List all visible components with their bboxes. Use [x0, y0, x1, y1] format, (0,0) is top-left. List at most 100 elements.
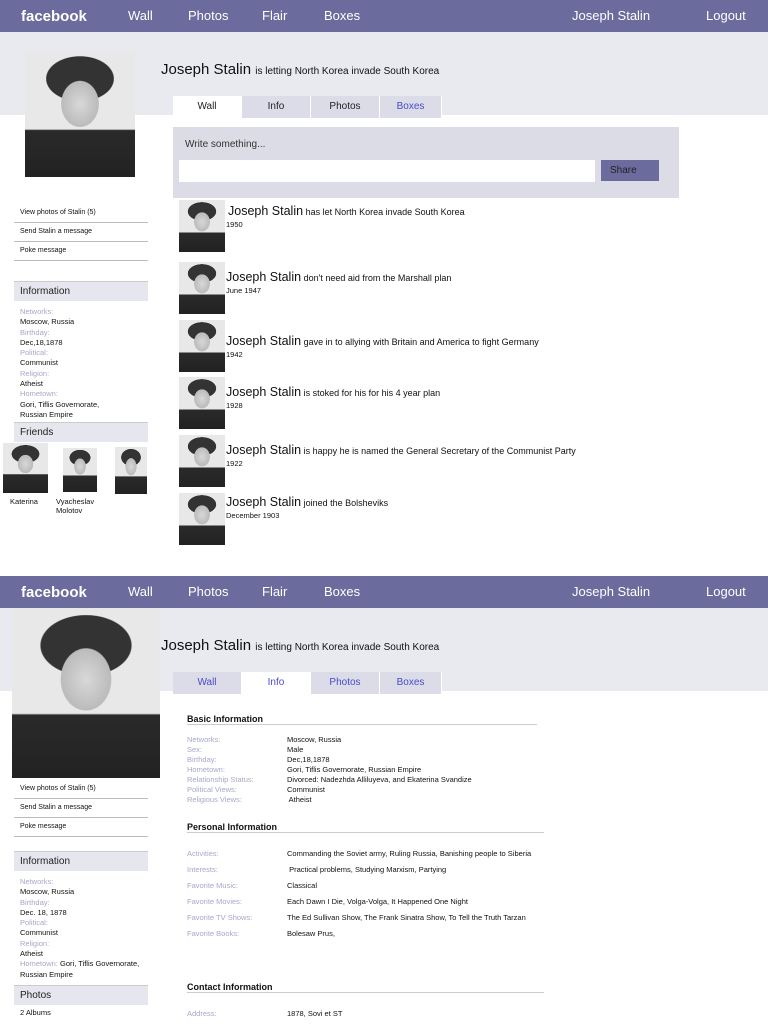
- post-avatar[interactable]: [179, 377, 225, 429]
- label: Political Views:: [187, 785, 237, 794]
- post-author[interactable]: Joseph Stalin: [228, 204, 303, 218]
- poke-link[interactable]: Poke message: [14, 242, 148, 261]
- logout-link[interactable]: Logout: [706, 8, 746, 23]
- nav-user[interactable]: Joseph Stalin: [572, 584, 650, 599]
- value: Dec,18,1878: [20, 337, 63, 347]
- profile-picture[interactable]: [12, 608, 160, 778]
- post-author[interactable]: Joseph Stalin: [226, 385, 301, 399]
- contact-info-heading: Contact Information: [187, 982, 544, 993]
- profile-name[interactable]: Joseph Stalin: [161, 61, 251, 78]
- value: Atheist: [20, 949, 43, 959]
- post-text: gave in to allying with Britain and Amer…: [303, 337, 539, 347]
- post-date: 1928: [226, 401, 243, 410]
- nav-flair[interactable]: Flair: [262, 8, 287, 23]
- label: Interests:: [187, 865, 218, 874]
- tab-photos[interactable]: Photos: [311, 672, 380, 694]
- nav-flair[interactable]: Flair: [262, 584, 287, 599]
- wall-page: facebook Wall Photos Flair Boxes Joseph …: [0, 0, 768, 576]
- wall-post: Joseph Stalin gave in to allying with Br…: [179, 320, 599, 372]
- view-photos-link[interactable]: View photos of Stalin (5): [14, 204, 148, 223]
- tab-info[interactable]: Info: [242, 672, 311, 694]
- post-text: is happy he is named the General Secreta…: [303, 446, 576, 456]
- label: Favorite Movies:: [187, 897, 243, 906]
- nav-user[interactable]: Joseph Stalin: [572, 8, 650, 23]
- albums-link[interactable]: 2 Albums: [20, 1008, 150, 1018]
- value: Moscow, Russia: [20, 317, 75, 327]
- tab-boxes[interactable]: Boxes: [380, 672, 442, 694]
- label: Birthday:: [187, 755, 217, 764]
- friend-photo[interactable]: [115, 447, 147, 494]
- label: Political:: [20, 348, 48, 358]
- post-author[interactable]: Joseph Stalin: [226, 443, 301, 457]
- value: Divorced: Nadezhda Alliluyeva, and Ekate…: [287, 775, 472, 784]
- wall-post: Joseph Stalin is stoked for his for his …: [179, 377, 599, 429]
- post-avatar[interactable]: [179, 320, 225, 372]
- view-photos-link[interactable]: View photos of Stalin (5): [14, 780, 148, 799]
- post-body: Joseph Stalin has let North Korea invade…: [226, 204, 588, 230]
- post-avatar[interactable]: [179, 493, 225, 545]
- label: Networks:: [20, 307, 54, 316]
- friend-name[interactable]: Katerina: [4, 497, 44, 506]
- tab-wall[interactable]: Wall: [173, 96, 242, 118]
- label: Networks:: [187, 735, 221, 744]
- label: Political:: [20, 918, 48, 928]
- value: Classical: [287, 881, 318, 890]
- basic-info-list: Networks: Moscow, Russia Sex: Male Birthda…: [187, 735, 547, 805]
- top-nav: facebook Wall Photos Flair Boxes Joseph …: [0, 0, 768, 32]
- wall-post: Joseph Stalin has let North Korea invade…: [179, 200, 599, 252]
- nav-wall[interactable]: Wall: [128, 584, 153, 599]
- post-author[interactable]: Joseph Stalin: [226, 270, 301, 284]
- contact-info-list: Address: 1878, Sovi et ST: [187, 1009, 547, 1019]
- value: Commanding the Soviet army, Ruling Russi…: [287, 849, 532, 858]
- post-author[interactable]: Joseph Stalin: [226, 334, 301, 348]
- post-avatar[interactable]: [179, 435, 225, 487]
- information-list: Networks: Moscow, Russia Birthday: Dec,18,…: [20, 307, 150, 420]
- share-button[interactable]: Share: [601, 160, 659, 181]
- label: Favorite Books:: [187, 929, 240, 938]
- post-avatar[interactable]: [179, 200, 225, 252]
- value: Communist: [287, 785, 325, 794]
- profile-picture[interactable]: [25, 51, 135, 177]
- poke-link[interactable]: Poke message: [14, 818, 148, 837]
- value: Communist: [20, 358, 58, 368]
- send-message-link[interactable]: Send Stalin a message: [14, 799, 148, 818]
- information-header: Information: [14, 851, 148, 871]
- nav-boxes[interactable]: Boxes: [324, 584, 360, 599]
- tab-info[interactable]: Info: [242, 96, 311, 118]
- tab-wall[interactable]: Wall: [173, 672, 242, 694]
- send-message-link[interactable]: Send Stalin a message: [14, 223, 148, 242]
- facebook-logo[interactable]: facebook: [21, 8, 87, 25]
- logout-link[interactable]: Logout: [706, 584, 746, 599]
- nav-boxes[interactable]: Boxes: [324, 8, 360, 23]
- post-body: Joseph Stalin don't need aid from the Ma…: [226, 270, 586, 296]
- nav-wall[interactable]: Wall: [128, 8, 153, 23]
- wall-post-input[interactable]: [179, 160, 595, 182]
- nav-photos[interactable]: Photos: [188, 8, 228, 23]
- value: Moscow, Russia: [20, 887, 75, 897]
- status-text: is letting North Korea invade South Kore…: [255, 66, 440, 77]
- friend-photo[interactable]: [63, 448, 97, 492]
- label: Sex:: [187, 745, 203, 754]
- facebook-logo[interactable]: facebook: [21, 584, 87, 601]
- top-nav: facebook Wall Photos Flair Boxes Joseph …: [0, 576, 768, 608]
- profile-status: Joseph Stalin is letting North Korea inv…: [161, 637, 439, 654]
- personal-info-list: Activities: Commanding the Soviet army, R…: [187, 849, 547, 939]
- friend-photo[interactable]: [3, 443, 48, 493]
- post-author[interactable]: Joseph Stalin: [226, 495, 301, 509]
- profile-name[interactable]: Joseph Stalin: [161, 637, 251, 654]
- photos-header: Photos: [14, 985, 148, 1005]
- value: Communist: [20, 928, 58, 938]
- tab-photos[interactable]: Photos: [311, 96, 380, 118]
- composer-prompt: Write something...: [185, 139, 266, 150]
- label: Address:: [187, 1009, 217, 1018]
- post-date: 1942: [226, 350, 243, 359]
- info-page: facebook Wall Photos Flair Boxes Joseph …: [0, 576, 768, 1024]
- wall-post: Joseph Stalin joined the Bolsheviks Decem…: [179, 493, 599, 545]
- post-avatar[interactable]: [179, 262, 225, 314]
- status-text: is letting North Korea invade South Kore…: [255, 642, 440, 653]
- nav-photos[interactable]: Photos: [188, 584, 228, 599]
- value: Dec. 18, 1878: [20, 907, 67, 917]
- friend-name[interactable]: Vyacheslav Molotov: [56, 497, 106, 515]
- tab-boxes[interactable]: Boxes: [380, 96, 442, 118]
- profile-tabs: Wall Info Photos Boxes: [173, 96, 442, 118]
